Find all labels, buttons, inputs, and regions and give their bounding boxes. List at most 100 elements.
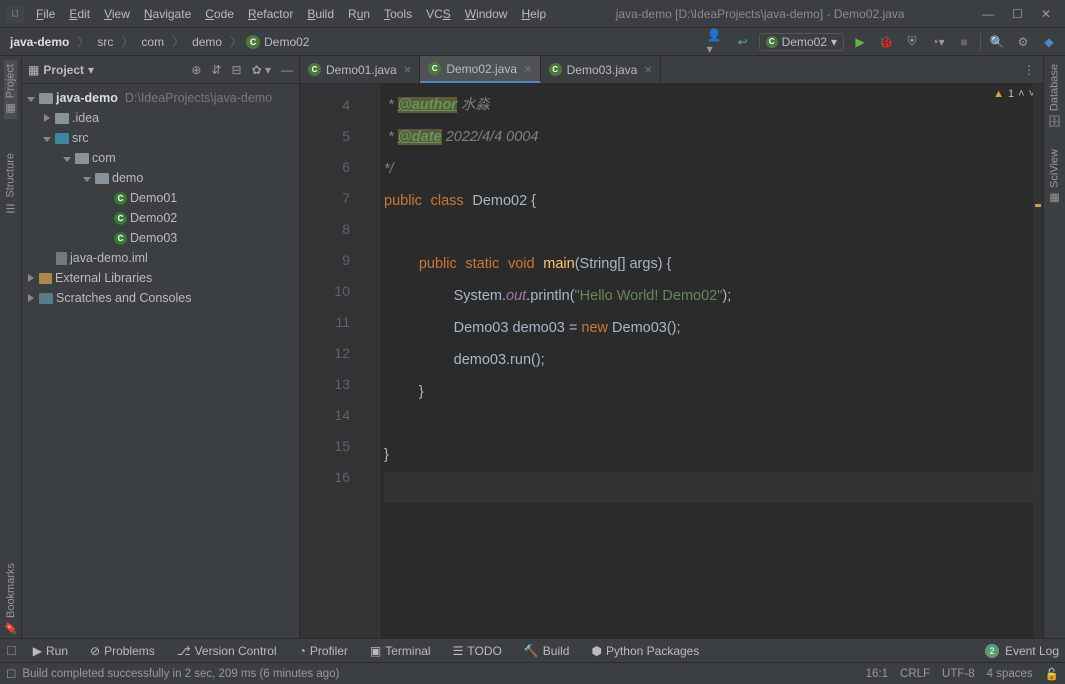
crumb-src[interactable]: src	[93, 33, 117, 51]
tool-profiler[interactable]: ◔ Profiler	[293, 644, 354, 658]
tool-todo[interactable]: ☰ TODO	[447, 644, 508, 658]
tree-root[interactable]: java-demo D:\IdeaProjects\java-demo	[22, 88, 299, 108]
tree-class-demo01[interactable]: C Demo01	[22, 188, 299, 208]
indent-settings[interactable]: 4 spaces	[987, 668, 1033, 680]
crumb-com[interactable]: com	[137, 33, 168, 51]
tool-bookmarks[interactable]: 🔖 Bookmarks	[4, 559, 17, 639]
menu-tools[interactable]: Tools	[378, 3, 418, 25]
close-button[interactable]: ✕	[1041, 7, 1051, 21]
bottom-tool-stripe: ☐ ▶ Run ⊘ Problems ⎇ Version Control ◔ P…	[0, 638, 1065, 662]
tool-version-control[interactable]: ⎇ Version Control	[171, 644, 283, 658]
warning-icon: ▲	[993, 88, 1004, 100]
tool-window-quick-access[interactable]: ☐	[6, 644, 17, 658]
tab-demo01[interactable]: C Demo01.java ×	[300, 56, 420, 83]
tree-com[interactable]: com	[22, 148, 299, 168]
select-opened-icon[interactable]: ⊕	[191, 63, 201, 77]
settings-icon[interactable]: ⚙	[1013, 32, 1033, 52]
menu-run[interactable]: Run	[342, 3, 376, 25]
settings-icon[interactable]: ✿ ▾	[252, 63, 271, 77]
tool-run[interactable]: ▶ Run	[27, 644, 74, 658]
hide-panel-icon[interactable]: —	[281, 63, 293, 77]
warning-mark[interactable]	[1035, 204, 1041, 207]
main-menu: File Edit View Navigate Code Refactor Bu…	[30, 3, 552, 25]
menu-refactor[interactable]: Refactor	[242, 3, 299, 25]
project-view-selector[interactable]: ▦ Project ▾	[28, 63, 94, 77]
tree-class-demo02[interactable]: C Demo02	[22, 208, 299, 228]
tool-build[interactable]: 🔨 Build	[518, 644, 576, 658]
stop-button[interactable]: ■	[954, 32, 974, 52]
profiler-button[interactable]: ◔▾	[928, 32, 948, 52]
close-tab-icon[interactable]: ×	[404, 62, 412, 77]
menu-window[interactable]: Window	[459, 3, 514, 25]
tree-demo[interactable]: demo	[22, 168, 299, 188]
menu-vcs[interactable]: VCS	[420, 3, 457, 25]
menu-help[interactable]: Help	[515, 3, 552, 25]
fold-gutter[interactable]	[362, 84, 380, 638]
chevron-right-icon: 〉	[172, 33, 184, 50]
back-icon[interactable]: ↩	[733, 32, 753, 52]
tool-sciview[interactable]: ▦ SciView	[1048, 145, 1061, 209]
run-config-selector[interactable]: C Demo02 ▾	[759, 33, 844, 51]
add-user-icon[interactable]: 👤▾	[707, 32, 727, 52]
code-editor[interactable]: 4 5 6 ▶7 8 ▶9 10 11 12 13 14 15 16 * @au…	[300, 84, 1043, 638]
tree-src[interactable]: src	[22, 128, 299, 148]
close-tab-icon[interactable]: ×	[524, 61, 532, 76]
tool-problems[interactable]: ⊘ Problems	[84, 644, 161, 658]
caret-position[interactable]: 16:1	[866, 668, 888, 680]
menu-view[interactable]: View	[98, 3, 136, 25]
minimize-button[interactable]: —	[982, 7, 994, 21]
project-tree[interactable]: java-demo D:\IdeaProjects\java-demo .ide…	[22, 84, 299, 312]
class-icon: C	[114, 212, 127, 225]
tool-database[interactable]: 🗄 Database	[1048, 60, 1061, 133]
line-number-gutter[interactable]: 4 5 6 ▶7 8 ▶9 10 11 12 13 14 15 16	[300, 84, 362, 638]
dropdown-icon: ▾	[831, 35, 837, 49]
crumb-project[interactable]: java-demo	[6, 33, 73, 51]
status-bar: ☐ Build completed successfully in 2 sec,…	[0, 662, 1065, 684]
debug-button[interactable]: 🐞	[876, 32, 896, 52]
run-button[interactable]: ▶	[850, 32, 870, 52]
crumb-demo[interactable]: demo	[188, 33, 226, 51]
readonly-lock-icon[interactable]: 🔓	[1045, 667, 1059, 681]
tool-terminal[interactable]: ▣ Terminal	[364, 644, 437, 658]
tree-idea[interactable]: .idea	[22, 108, 299, 128]
tab-demo02[interactable]: C Demo02.java ×	[420, 56, 540, 83]
prev-highlight-icon[interactable]: ˄	[1018, 88, 1024, 100]
class-icon: C	[549, 63, 562, 76]
coverage-button[interactable]: ⛨	[902, 32, 922, 52]
status-message: Build completed successfully in 2 sec, 2…	[22, 668, 339, 680]
code-content[interactable]: * @author 水淼 * @date 2022/4/4 0004 */ pu…	[380, 84, 1043, 638]
class-icon: C	[308, 63, 321, 76]
tree-iml[interactable]: java-demo.iml	[22, 248, 299, 268]
tool-structure[interactable]: ☰ Structure	[4, 149, 17, 219]
maximize-button[interactable]: ☐	[1012, 7, 1023, 21]
tool-event-log[interactable]: Event Log	[1005, 644, 1059, 658]
expand-all-icon[interactable]: ⇵	[211, 63, 221, 77]
menu-build[interactable]: Build	[301, 3, 340, 25]
tab-actions-icon[interactable]: ⋮	[1015, 56, 1043, 83]
error-stripe[interactable]	[1033, 84, 1043, 638]
tree-external-libraries[interactable]: External Libraries	[22, 268, 299, 288]
ide-icon[interactable]: ◆	[1039, 32, 1059, 52]
class-icon: C	[766, 36, 778, 48]
close-tab-icon[interactable]: ×	[644, 62, 652, 77]
tab-demo03[interactable]: C Demo03.java ×	[541, 56, 661, 83]
line-separator[interactable]: CRLF	[900, 668, 930, 680]
file-encoding[interactable]: UTF-8	[942, 668, 975, 680]
tool-python-packages[interactable]: ⬢ Python Packages	[585, 644, 705, 658]
tool-project[interactable]: ▦ Project	[4, 60, 17, 119]
class-icon: C	[246, 35, 260, 49]
status-toggle-icon[interactable]: ☐	[6, 667, 16, 681]
menu-code[interactable]: Code	[199, 3, 240, 25]
inspection-widget[interactable]: ▲ 1 ˄ ˅	[993, 88, 1035, 100]
library-icon	[39, 273, 52, 284]
menu-file[interactable]: File	[30, 3, 61, 25]
tree-scratches[interactable]: Scratches and Consoles	[22, 288, 299, 308]
app-logo: IJ	[6, 5, 24, 23]
menu-edit[interactable]: Edit	[63, 3, 96, 25]
collapse-all-icon[interactable]: ⊟	[232, 63, 242, 77]
search-icon[interactable]: 🔍	[987, 32, 1007, 52]
file-icon	[56, 252, 67, 265]
menu-navigate[interactable]: Navigate	[138, 3, 197, 25]
crumb-class[interactable]: C Demo02	[246, 35, 309, 49]
tree-class-demo03[interactable]: C Demo03	[22, 228, 299, 248]
